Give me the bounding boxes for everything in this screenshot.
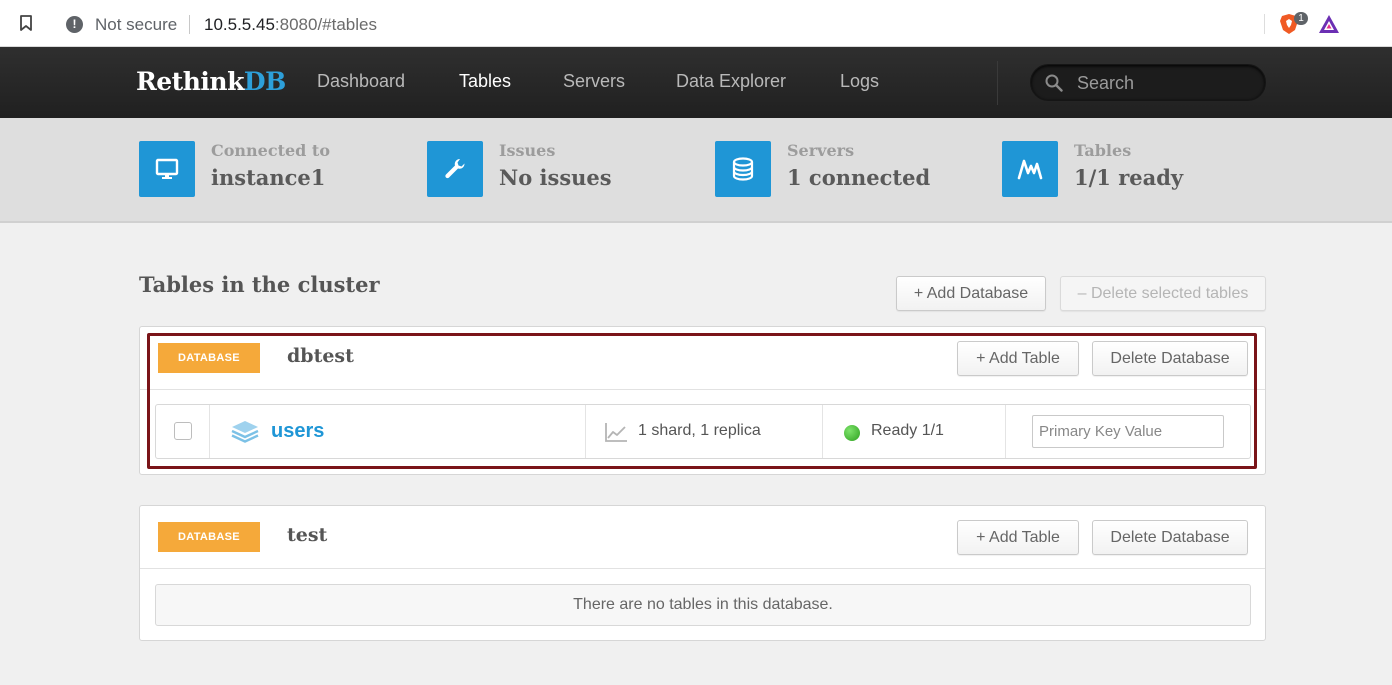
database-icon <box>732 157 754 181</box>
delete-database-button[interactable]: Delete Database <box>1092 520 1248 555</box>
database-badge: DATABASE <box>158 343 260 373</box>
shard-replica-info: 1 shard, 1 replica <box>638 422 761 439</box>
tables-chart-icon <box>1017 159 1043 180</box>
database-header: DATABASE dbtest + Add Table Delete Datab… <box>140 327 1265 390</box>
delete-selected-tables-button[interactable]: – Delete selected tables <box>1060 276 1266 311</box>
stat-label: Tables <box>1074 141 1132 160</box>
table-shards-cell: 1 shard, 1 replica <box>586 405 823 458</box>
search-box[interactable] <box>1030 64 1266 101</box>
url-text[interactable]: 10.5.5.45:8080/#tables <box>204 15 377 35</box>
line-chart-icon <box>605 423 627 442</box>
security-status[interactable]: Not secure <box>95 15 177 35</box>
logo-text-accent: DB <box>243 67 286 96</box>
nav-data-explorer[interactable]: Data Explorer <box>676 71 786 92</box>
table-status-cell: Ready 1/1 <box>823 405 1006 458</box>
primary-key-input[interactable] <box>1032 415 1224 448</box>
brave-rewards-icon[interactable] <box>1318 14 1340 34</box>
database-name[interactable]: test <box>287 524 327 546</box>
stat-icon-box <box>715 141 771 197</box>
stat-value: No issues <box>499 165 612 190</box>
browser-toolbar: ! Not secure 10.5.5.45:8080/#tables 1 <box>0 0 1392 47</box>
url-divider <box>189 15 190 34</box>
database-panel-dbtest: DATABASE dbtest + Add Table Delete Datab… <box>139 326 1266 475</box>
url-host: 10.5.5.45 <box>204 15 275 34</box>
empty-tables-message: There are no tables in this database. <box>155 584 1251 626</box>
database-header: DATABASE test + Add Table Delete Databas… <box>140 506 1265 569</box>
table-layers-icon <box>231 421 259 443</box>
table-row: users 1 shard, 1 replica Ready 1/1 <box>155 404 1251 459</box>
rethinkdb-logo[interactable]: RethinkDB <box>136 67 286 96</box>
wrench-icon <box>445 158 465 179</box>
select-cell <box>156 405 210 458</box>
monitor-icon <box>155 158 179 179</box>
add-table-button[interactable]: + Add Table <box>957 520 1079 555</box>
stat-value: 1/1 ready <box>1074 165 1184 190</box>
ready-status-dot <box>844 425 860 441</box>
nav-divider <box>997 61 998 105</box>
table-select-checkbox[interactable] <box>174 422 192 440</box>
bookmark-icon[interactable] <box>18 14 34 32</box>
nav-dashboard[interactable]: Dashboard <box>317 71 405 92</box>
table-name-cell: users <box>210 405 586 458</box>
database-name[interactable]: dbtest <box>287 345 354 367</box>
extension-divider <box>1264 14 1265 34</box>
url-path: :8080/#tables <box>274 15 377 34</box>
address-bar[interactable]: ! Not secure 10.5.5.45:8080/#tables 1 <box>54 7 1354 41</box>
stat-value: instance1 <box>211 165 326 190</box>
database-badge: DATABASE <box>158 522 260 552</box>
stat-icon-box <box>1002 141 1058 197</box>
info-icon[interactable]: ! <box>66 16 83 33</box>
table-name-link[interactable]: users <box>271 420 324 443</box>
search-icon <box>1045 74 1063 92</box>
logo-text-main: Rethink <box>136 67 244 96</box>
nav-logs[interactable]: Logs <box>840 71 879 92</box>
database-panel-test: DATABASE test + Add Table Delete Databas… <box>139 505 1266 641</box>
nav-tables[interactable]: Tables <box>459 71 511 92</box>
stat-label: Issues <box>499 141 556 160</box>
stat-label: Connected to <box>211 141 330 160</box>
page-title: Tables in the cluster <box>139 272 380 297</box>
stat-label: Servers <box>787 141 855 160</box>
brave-badge-count: 1 <box>1294 12 1308 25</box>
stat-icon-box <box>427 141 483 197</box>
stat-value: 1 connected <box>787 165 931 190</box>
cluster-status-bar: Connected to instance1 Issues No issues … <box>0 118 1392 223</box>
table-ready-status: Ready 1/1 <box>871 422 944 439</box>
delete-database-button[interactable]: Delete Database <box>1092 341 1248 376</box>
stat-icon-box <box>139 141 195 197</box>
top-navbar: RethinkDB Dashboard Tables Servers Data … <box>0 47 1392 118</box>
add-table-button[interactable]: + Add Table <box>957 341 1079 376</box>
nav-servers[interactable]: Servers <box>563 71 625 92</box>
add-database-button[interactable]: + Add Database <box>896 276 1046 311</box>
search-input[interactable] <box>1077 71 1257 95</box>
table-pk-cell <box>1006 405 1250 458</box>
